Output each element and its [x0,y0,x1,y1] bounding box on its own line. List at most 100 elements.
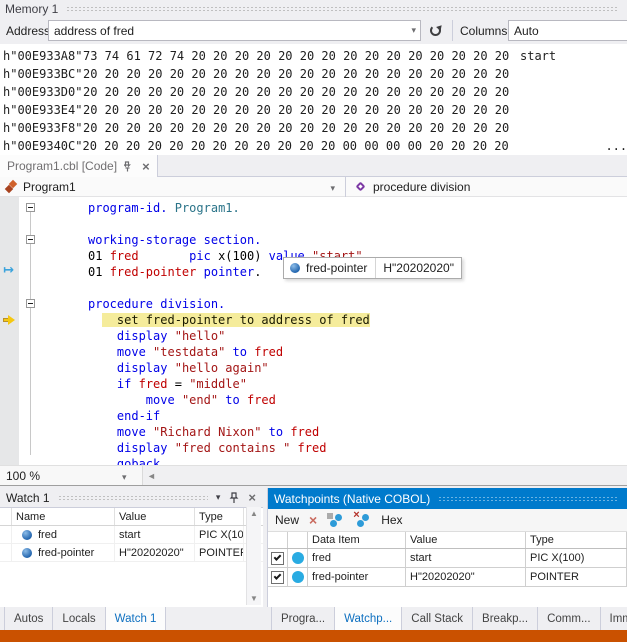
chevron-down-icon[interactable]: ▾ [330,183,335,194]
watch-table-header[interactable]: Name Value Type [0,508,263,526]
pin-icon[interactable] [124,161,135,172]
tab-comm[interactable]: Comm... [538,607,600,630]
code-line[interactable] [0,216,627,232]
pin-icon[interactable] [229,492,239,504]
drag-grip[interactable] [58,495,208,501]
watchpoint-value-cell[interactable]: H"20202020" [406,568,526,586]
tab-watchp[interactable]: Watchp... [335,607,402,630]
memory-row[interactable]: h"00E933A8"73 74 61 72 74 20 20 20 20 20… [0,47,627,65]
code-editor[interactable]: program-id. Program1. working-storage sec… [0,197,627,465]
watchpoint-value-cell[interactable]: start [406,549,526,567]
fold-collapse-icon[interactable] [26,203,35,212]
datatip-variable-value[interactable]: H"20202020" [375,258,461,278]
zoom-level-control[interactable]: 100 % [6,469,40,483]
window-menu-icon[interactable]: ▾ [216,492,221,503]
datatip-popup[interactable]: fred-pointer H"20202020" [283,257,462,279]
watchpoint-data-item-cell[interactable]: fred [308,549,406,567]
memory-hex-bytes: 20 20 20 20 20 20 20 20 20 20 20 20 20 2… [83,101,510,119]
memory-row[interactable]: h"00E933E4"20 20 20 20 20 20 20 20 20 20… [0,101,627,119]
column-header-type[interactable]: Type [526,532,627,548]
chevron-down-icon[interactable]: ▾ [122,472,127,483]
watch-name-cell[interactable]: fred-pointer [12,544,115,561]
column-header-data-item[interactable]: Data Item [308,532,406,548]
tab-breakp[interactable]: Breakp... [473,607,538,630]
memory-row[interactable]: h"00E933D0"20 20 20 20 20 20 20 20 20 20… [0,83,627,101]
types-dropdown[interactable]: Program1 ▾ [0,177,345,197]
close-icon[interactable]: × [248,491,256,504]
memory-panel-titlebar[interactable]: Memory 1 [0,0,627,17]
columns-input[interactable]: Auto [508,20,627,41]
column-header-name[interactable]: Name [12,508,115,525]
column-header-value[interactable]: Value [406,532,526,548]
horizontal-scrollbar[interactable]: ◄ [143,466,627,485]
column-header-value[interactable]: Value [115,508,195,525]
drag-grip[interactable] [438,496,619,502]
drag-grip[interactable] [66,6,619,12]
watchpoint-row[interactable]: fredstartPIC X(100) [268,549,627,568]
code-line[interactable]: program-id. Program1. [0,200,627,216]
tab-immedi[interactable]: Immedi... [601,607,627,630]
tab-autos[interactable]: Autos [4,607,53,630]
scroll-left-icon[interactable]: ◄ [147,471,156,481]
checkbox-icon[interactable] [271,571,284,584]
code-line[interactable]: move "end" to fred [0,392,627,408]
bookmark-arrow-icon[interactable]: ↦ [3,264,14,278]
tab-call-stack[interactable]: Call Stack [402,607,473,630]
watchpoints-table-header[interactable]: Data Item Value Type [268,532,627,549]
code-line[interactable]: display "hello again" [0,360,627,376]
vertical-scrollbar[interactable]: ▲ ▼ [246,507,261,605]
watchpoint-data-item-cell[interactable]: fred-pointer [308,568,406,586]
watch-row[interactable]: fred-pointerH"20202020"POINTER [0,544,263,562]
code-line[interactable]: move "testdata" to fred [0,344,627,360]
watch-panel-titlebar[interactable]: Watch 1 ▾ × [0,488,263,507]
watchpoint-row[interactable]: fred-pointerH"20202020"POINTER [268,568,627,587]
code-line[interactable]: display "hello" [0,328,627,344]
scroll-down-icon[interactable]: ▼ [250,594,258,603]
watch-value-cell[interactable]: start [115,526,195,543]
disable-all-watchpoints-icon[interactable] [327,513,344,528]
code-line[interactable]: procedure division. [0,296,627,312]
members-dropdown[interactable]: procedure division [345,177,627,197]
watch-name-cell[interactable]: fred [12,526,115,543]
fold-collapse-icon[interactable] [26,235,35,244]
refresh-button[interactable] [429,23,444,38]
checkbox-icon[interactable] [271,552,284,565]
new-watchpoint-button[interactable]: New [275,513,299,527]
tab-progra[interactable]: Progra... [271,607,335,630]
code-line[interactable]: move "Richard Nixon" to fred [0,424,627,440]
code-line[interactable]: end-if [0,408,627,424]
code-line[interactable]: goback. [0,456,627,465]
code-line[interactable]: working-storage section. [0,232,627,248]
watchpoint-marker-cell [288,568,308,586]
address-value: address of fred [54,24,134,38]
memory-row[interactable]: h"00E9340C"20 20 20 20 20 20 20 20 20 20… [0,137,627,155]
delete-watchpoint-icon[interactable]: × [309,513,317,527]
code-line[interactable]: set fred-pointer to address of fred [0,312,627,328]
watch-value-cell[interactable]: H"20202020" [115,544,195,561]
tab-program1-cbl[interactable]: Program1.cbl [Code] × [0,155,158,177]
code-line[interactable] [0,280,627,296]
watchpoint-enabled-cell[interactable] [268,549,288,567]
scroll-up-icon[interactable]: ▲ [250,509,258,518]
watch-row[interactable]: fredstartPIC X(100) [0,526,263,544]
tab-locals[interactable]: Locals [53,607,105,630]
code-line[interactable]: display "fred contains " fred [0,440,627,456]
watchpoints-panel-titlebar[interactable]: Watchpoints (Native COBOL) [268,488,627,509]
code-lines: program-id. Program1. working-storage sec… [0,200,627,465]
delete-all-watchpoints-icon[interactable]: × [354,513,371,528]
watchpoint-dot-icon [292,552,304,564]
tab-watch-1[interactable]: Watch 1 [106,607,167,630]
close-icon[interactable]: × [142,160,150,173]
address-input[interactable]: address of fred ▾ [48,20,421,41]
memory-row[interactable]: h"00E933F8"20 20 20 20 20 20 20 20 20 20… [0,119,627,137]
column-header-type[interactable]: Type [195,508,244,525]
document-tab-strip: Program1.cbl [Code] × [0,155,627,177]
memory-hex-view[interactable]: h"00E933A8"73 74 61 72 74 20 20 20 20 20… [0,44,627,155]
fold-collapse-icon[interactable] [26,299,35,308]
hex-toggle-button[interactable]: Hex [381,513,402,527]
memory-row[interactable]: h"00E933BC"20 20 20 20 20 20 20 20 20 20… [0,65,627,83]
chevron-down-icon[interactable]: ▾ [411,25,416,36]
watchpoint-enabled-cell[interactable] [268,568,288,586]
code-line[interactable]: if fred = "middle" [0,376,627,392]
types-dropdown-value: Program1 [23,180,76,194]
